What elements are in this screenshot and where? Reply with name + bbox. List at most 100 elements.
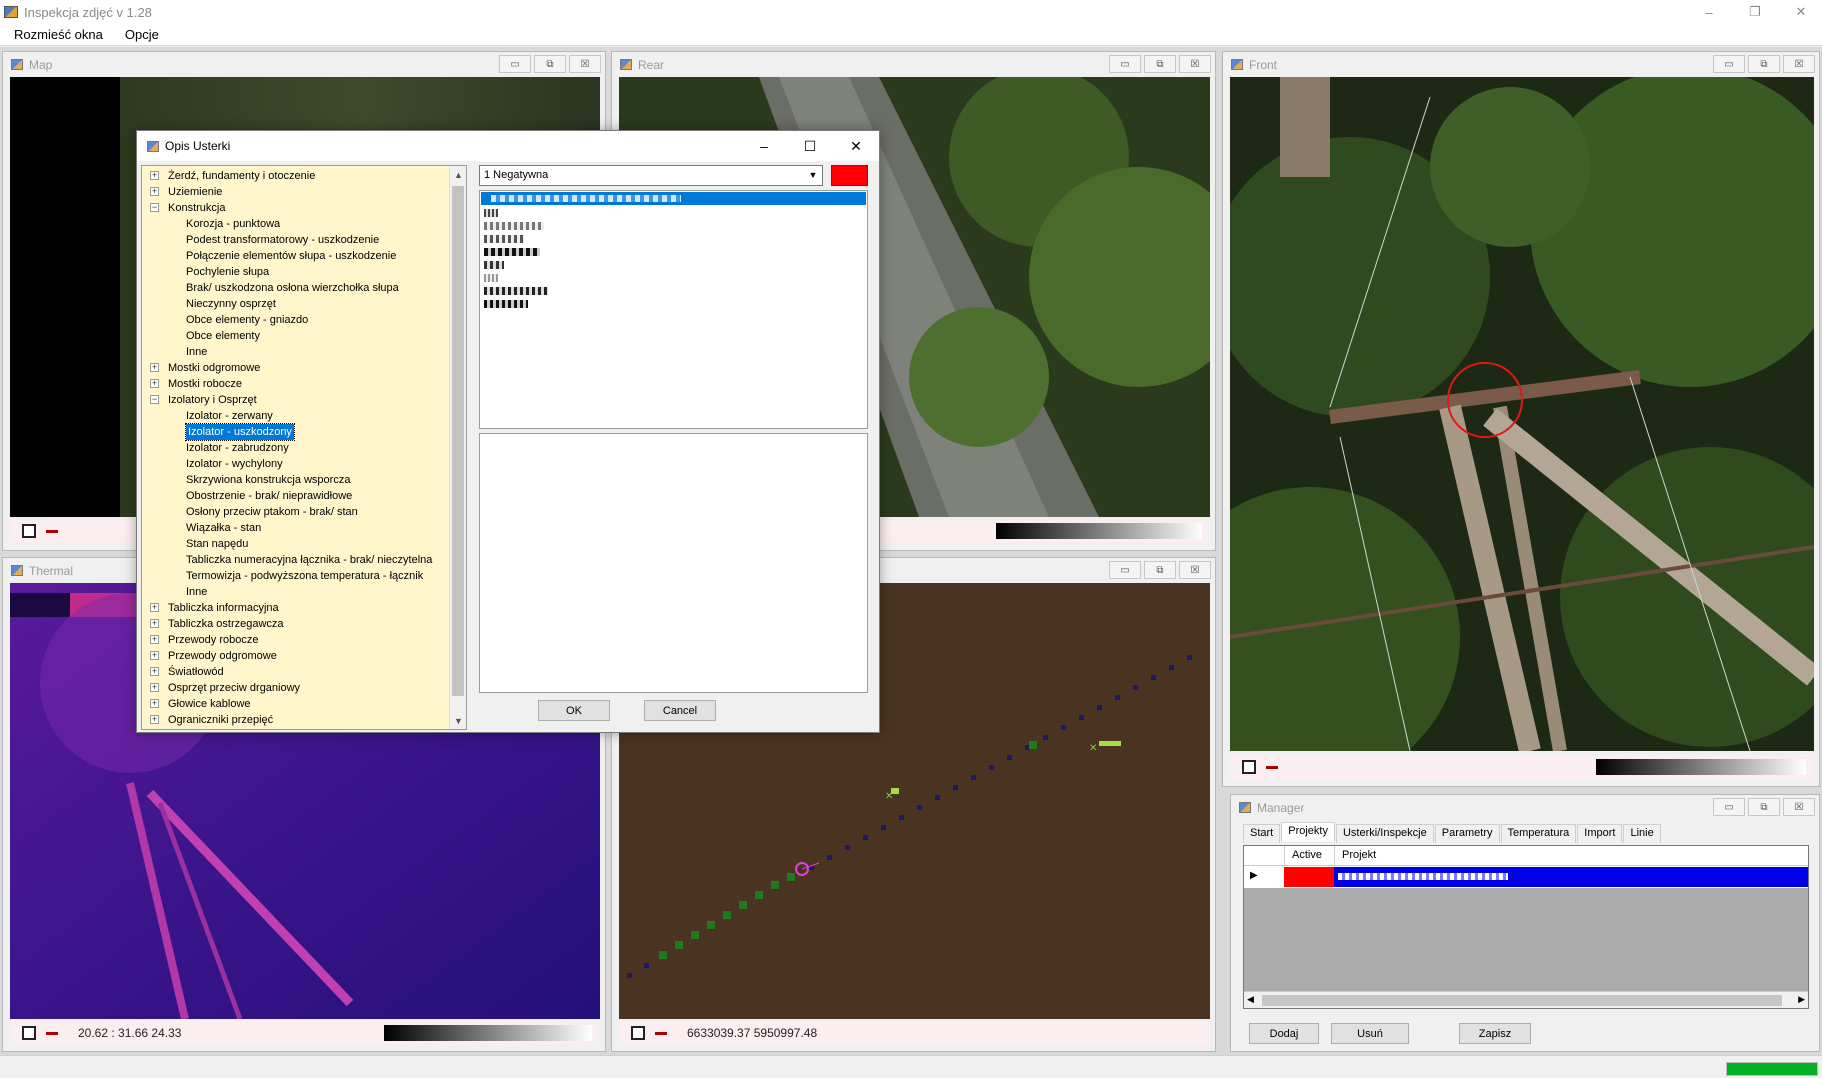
ok-button[interactable]: OK (538, 700, 610, 721)
list-item[interactable] (484, 300, 528, 308)
tree-category[interactable]: Tabliczka informacyjna (168, 600, 279, 616)
map-checkbox[interactable] (22, 524, 36, 538)
minimize-icon[interactable]: ▭ (1109, 55, 1141, 73)
dialog-titlebar[interactable]: Opis Usterki – ☐ ✕ (137, 131, 879, 161)
expand-node-icon[interactable]: + (150, 635, 159, 644)
restore-window-icon[interactable]: ❐ (1732, 0, 1778, 24)
expand-node-icon[interactable]: + (150, 651, 159, 660)
minimize-icon[interactable]: ▭ (1713, 798, 1745, 816)
tab-parametry[interactable]: Parametry (1434, 824, 1500, 843)
tree-category[interactable]: Osprzęt przeciw drganiowy (168, 680, 300, 696)
list-item[interactable] (484, 235, 524, 243)
fault-notes-area[interactable] (479, 433, 868, 693)
menu-arrange-windows[interactable]: Rozmieść okna (6, 27, 111, 42)
tree-category[interactable]: Mostki odgromowe (168, 360, 260, 376)
list-item[interactable] (484, 248, 540, 256)
close-icon[interactable]: ☒ (569, 55, 601, 73)
maximize-icon[interactable]: ⧉ (1748, 798, 1780, 816)
expand-node-icon[interactable]: + (150, 715, 159, 724)
tab-usterki-inspekcje[interactable]: Usterki/Inspekcje (1335, 824, 1434, 843)
close-window-icon[interactable]: ✕ (1778, 0, 1822, 24)
maximize-icon[interactable]: ⧉ (1748, 55, 1780, 73)
dialog-minimize-icon[interactable]: – (741, 131, 787, 161)
tree-category[interactable]: Uziemienie (168, 184, 222, 200)
close-icon[interactable]: ☒ (1783, 798, 1815, 816)
remove-project-button[interactable]: Usuń (1331, 1023, 1409, 1044)
tree-item[interactable]: Stan napędu (186, 536, 248, 552)
thermal-gradient-bar[interactable] (384, 1025, 592, 1041)
tab-import[interactable]: Import (1577, 824, 1623, 843)
tree-category[interactable]: Mostki robocze (168, 376, 242, 392)
tree-vertical-scrollbar[interactable]: ▲ ▼ (449, 166, 466, 729)
minimize-icon[interactable]: ▭ (1713, 55, 1745, 73)
grid-header-projekt[interactable]: Projekt (1342, 849, 1376, 861)
maximize-icon[interactable]: ⧉ (1144, 561, 1176, 579)
tree-item[interactable]: Brak/ uszkodzona osłona wierzchołka słup… (186, 280, 399, 296)
expand-node-icon[interactable]: + (150, 619, 159, 628)
expand-node-icon[interactable]: + (150, 171, 159, 180)
fault-category-tree[interactable]: ▲ ▼ + Żerdź, fundamenty i otoczenie + Uziem… (141, 165, 467, 730)
chevron-down-icon[interactable]: ▼ (804, 166, 822, 185)
add-project-button[interactable]: Dodaj (1249, 1023, 1319, 1044)
tab-start[interactable]: Start (1243, 824, 1281, 843)
tree-item[interactable]: Połączenie elementów słupa - uszkodzenie (186, 248, 396, 264)
tree-item[interactable]: Termowizja - podwyższona temperatura - ł… (186, 568, 423, 584)
severity-select[interactable]: 1 Negatywna ▼ (479, 165, 823, 186)
tree-item[interactable]: Obce elementy - gniazdo (186, 312, 308, 328)
tree-item[interactable]: Izolator - zerwany (186, 408, 273, 424)
tree-category[interactable]: Ograniczniki przepięć (168, 712, 273, 728)
tree-item[interactable]: Obostrzenie - brak/ nieprawidłowe (186, 488, 352, 504)
expand-node-icon[interactable]: + (150, 699, 159, 708)
menu-options[interactable]: Opcje (117, 27, 167, 42)
tree-item[interactable]: Nieczynny osprzęt (186, 296, 276, 312)
tree-item[interactable]: Inne (186, 344, 207, 360)
tree-item[interactable]: Skrzywiona konstrukcja wsporcza (186, 472, 350, 488)
scroll-down-icon[interactable]: ▼ (450, 712, 466, 729)
expand-node-icon[interactable]: + (150, 379, 159, 388)
front-window-titlebar[interactable]: Front ▭ ⧉ ☒ (1223, 52, 1819, 77)
track-checkbox[interactable] (631, 1026, 645, 1040)
tree-item[interactable]: Izolator - uszkodzony (185, 423, 295, 441)
front-image[interactable] (1230, 77, 1814, 751)
close-icon[interactable]: ☒ (1179, 55, 1211, 73)
maximize-icon[interactable]: ⧉ (1144, 55, 1176, 73)
front-gradient-bar[interactable] (1596, 759, 1806, 775)
cancel-button[interactable]: Cancel (644, 700, 716, 721)
list-item[interactable] (484, 209, 498, 217)
tree-category[interactable]: Głowice kablowe (168, 696, 251, 712)
expand-node-icon[interactable]: + (150, 683, 159, 692)
table-row[interactable]: ▶ (1244, 866, 1808, 888)
scroll-up-icon[interactable]: ▲ (450, 166, 466, 183)
row-active-indicator[interactable] (1284, 867, 1334, 887)
row-project-cell[interactable] (1334, 867, 1808, 887)
tree-item[interactable]: Pochylenie słupa (186, 264, 269, 280)
fault-items-list[interactable] (479, 190, 868, 429)
maximize-icon[interactable]: ⧉ (534, 55, 566, 73)
rear-gradient-bar[interactable] (996, 523, 1202, 539)
tab-temperatura[interactable]: Temperatura (1500, 824, 1577, 843)
tree-item[interactable]: Podest transformatorowy - uszkodzenie (186, 232, 379, 248)
expand-node-icon[interactable]: + (150, 187, 159, 196)
tree-item[interactable]: Izolator - zabrudzony (186, 440, 289, 456)
close-icon[interactable]: ☒ (1179, 561, 1211, 579)
collapse-node-icon[interactable]: − (150, 395, 159, 404)
list-item[interactable] (484, 274, 498, 282)
tree-item[interactable]: Izolator - wychylony (186, 456, 283, 472)
front-checkbox[interactable] (1242, 760, 1256, 774)
minimize-window-icon[interactable]: – (1686, 0, 1732, 24)
tab-linie[interactable]: Linie (1623, 824, 1661, 843)
list-item[interactable] (484, 261, 504, 269)
scroll-left-icon[interactable]: ◀ (1247, 994, 1254, 1005)
tree-category[interactable]: Konstrukcja (168, 200, 225, 216)
list-item[interactable] (484, 287, 548, 295)
expand-node-icon[interactable]: + (150, 363, 159, 372)
tree-category[interactable]: Światłowód (168, 664, 224, 680)
dialog-maximize-icon[interactable]: ☐ (787, 131, 833, 161)
tree-category[interactable]: Tabliczka ostrzegawcza (168, 616, 284, 632)
collapse-node-icon[interactable]: − (150, 203, 159, 212)
expand-node-icon[interactable]: + (150, 667, 159, 676)
save-project-button[interactable]: Zapisz (1459, 1023, 1531, 1044)
tree-category[interactable]: Żerdź, fundamenty i otoczenie (168, 168, 315, 184)
tree-category[interactable]: Izolatory i Osprzęt (168, 392, 257, 408)
list-item-selected[interactable] (481, 192, 866, 205)
